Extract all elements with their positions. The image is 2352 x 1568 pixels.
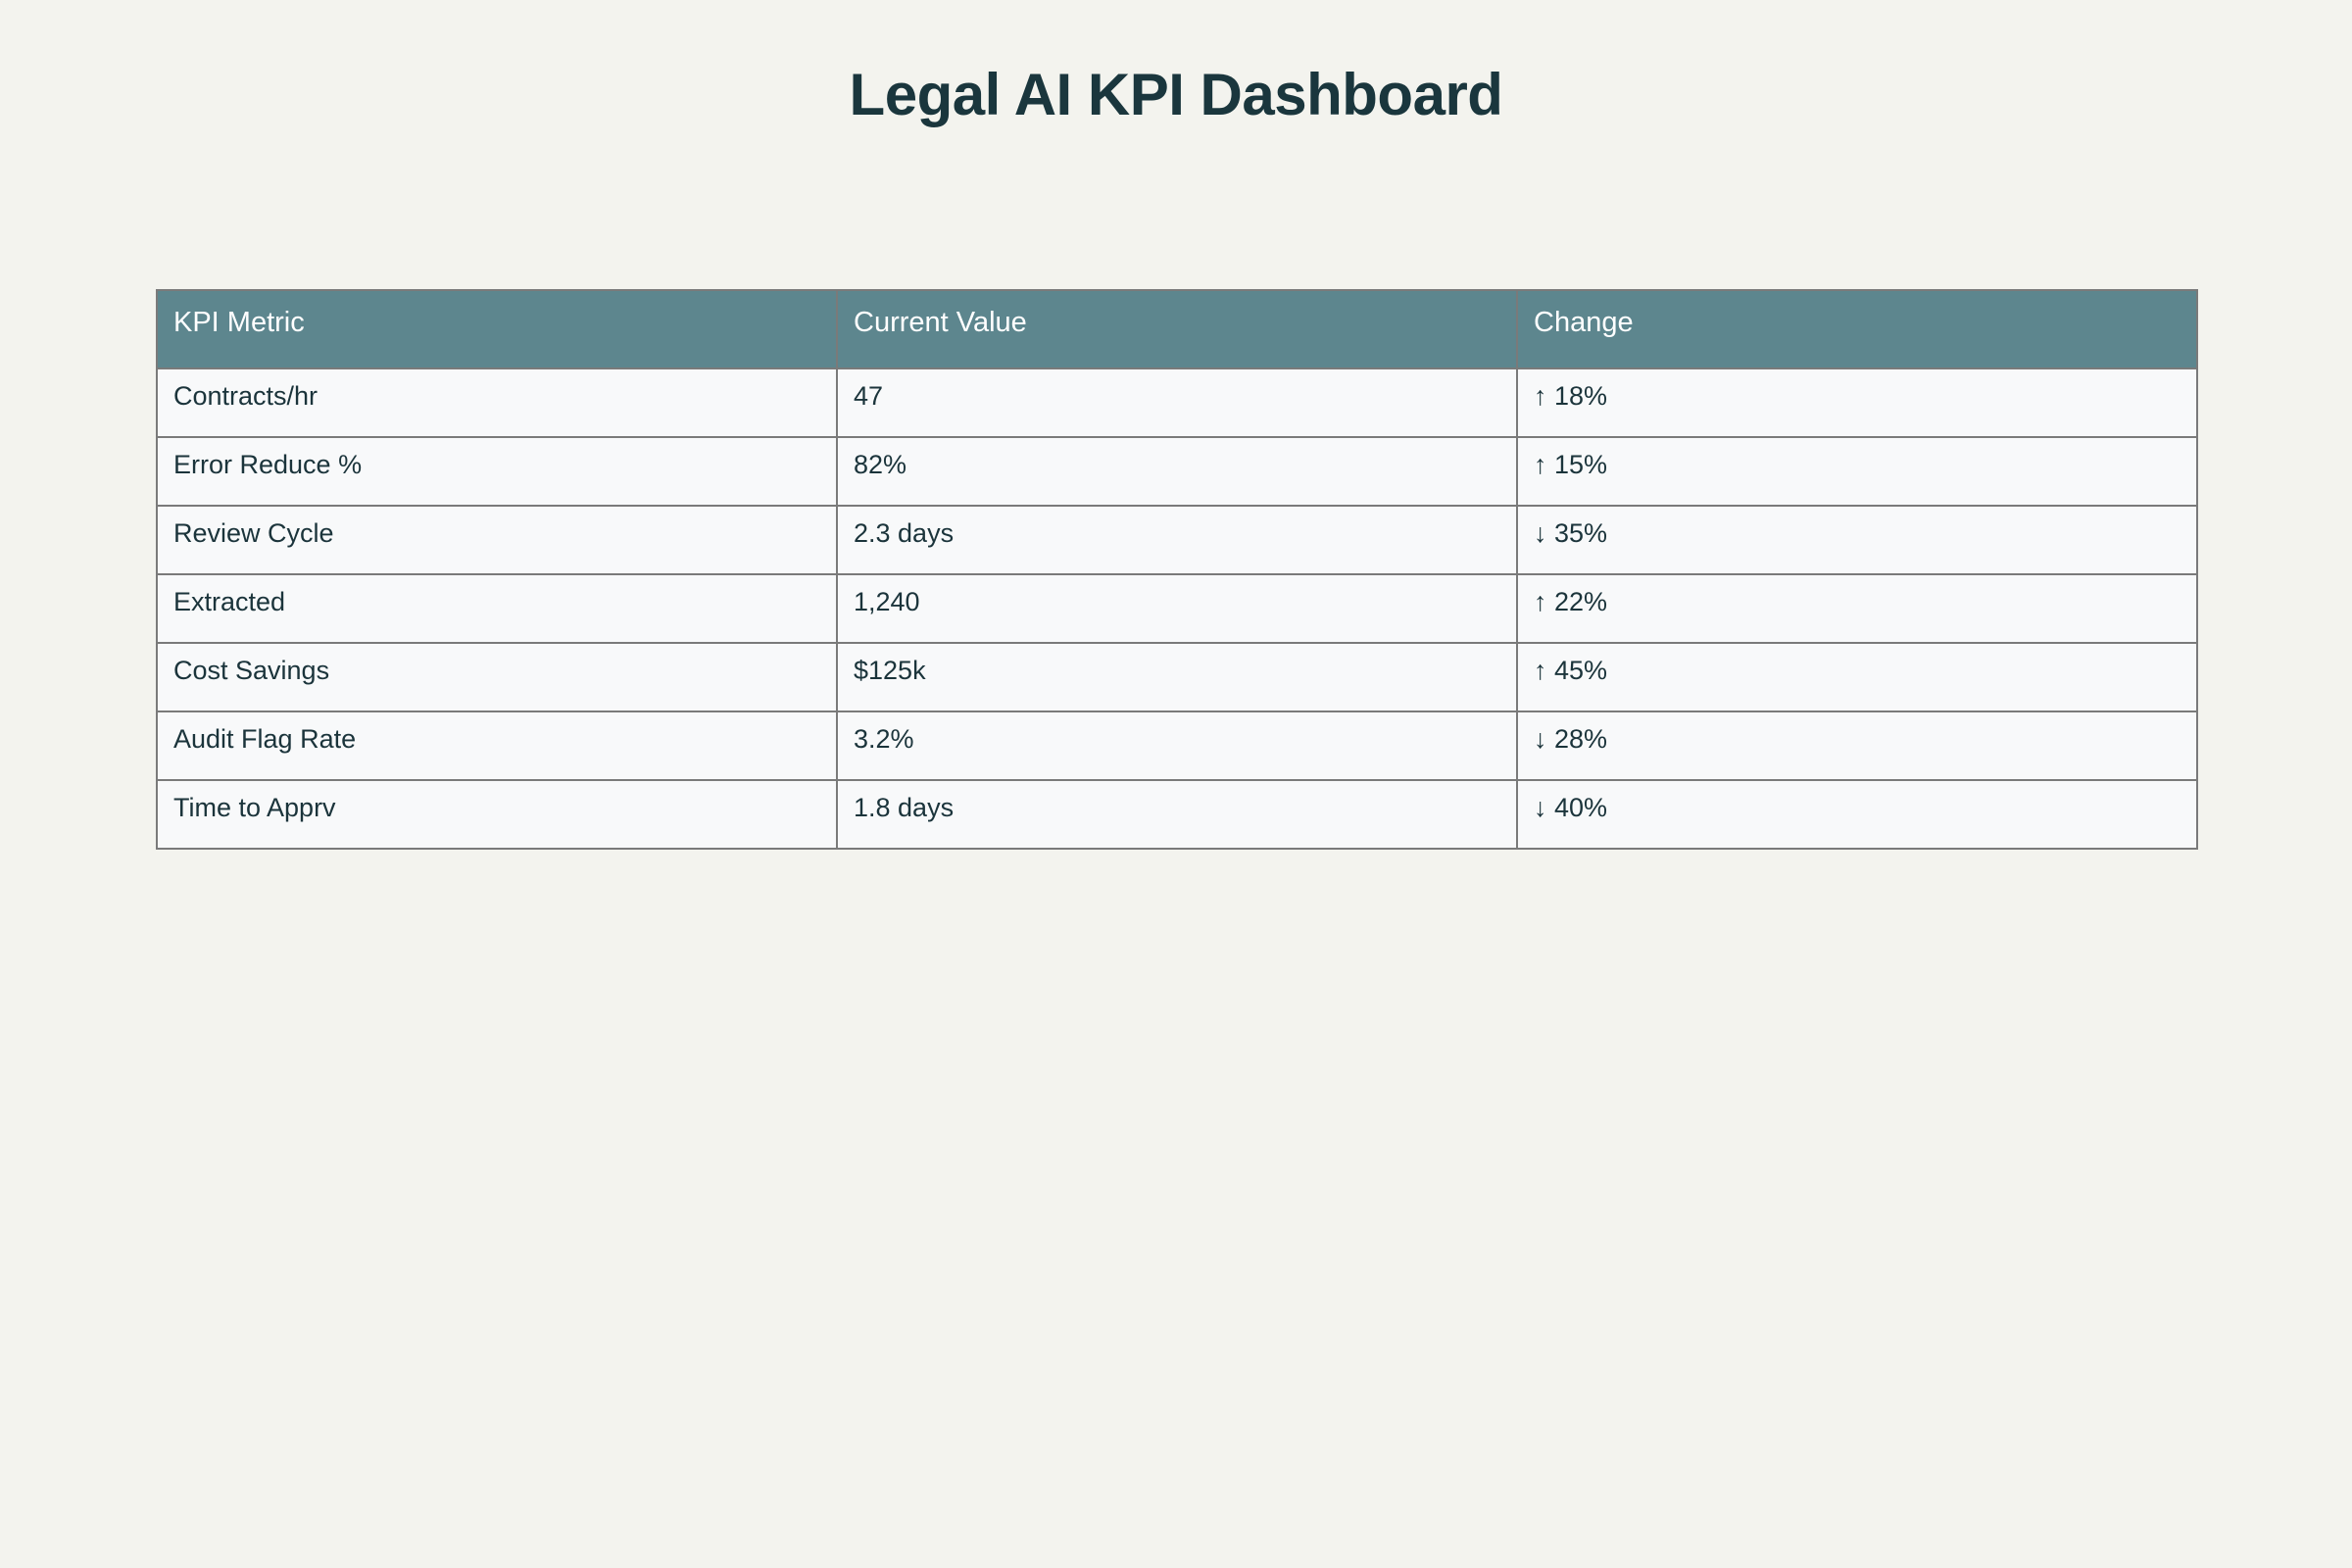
cell-value: 1,240 bbox=[836, 573, 1518, 644]
table-header: KPI Metric Current Value Change bbox=[156, 289, 2198, 369]
cell-change: ↑ 15% bbox=[1516, 436, 2198, 507]
page-title: Legal AI KPI Dashboard bbox=[849, 62, 1503, 127]
cell-value: 3.2% bbox=[836, 710, 1518, 781]
table-row: Time to Apprv 1.8 days ↓ 40% bbox=[156, 779, 2198, 850]
cell-value: 1.8 days bbox=[836, 779, 1518, 850]
cell-change: ↓ 40% bbox=[1516, 779, 2198, 850]
cell-metric: Audit Flag Rate bbox=[156, 710, 838, 781]
cell-value: 2.3 days bbox=[836, 505, 1518, 575]
cell-metric: Cost Savings bbox=[156, 642, 838, 712]
cell-value: 47 bbox=[836, 368, 1518, 438]
cell-change: ↑ 18% bbox=[1516, 368, 2198, 438]
table-body: Contracts/hr 47 ↑ 18% Error Reduce % 82%… bbox=[156, 368, 2198, 850]
cell-change: ↑ 22% bbox=[1516, 573, 2198, 644]
cell-change: ↓ 35% bbox=[1516, 505, 2198, 575]
cell-change: ↓ 28% bbox=[1516, 710, 2198, 781]
header-row: KPI Metric Current Value Change bbox=[156, 289, 2198, 369]
table-row: Extracted 1,240 ↑ 22% bbox=[156, 573, 2198, 644]
cell-metric: Error Reduce % bbox=[156, 436, 838, 507]
table-row: Review Cycle 2.3 days ↓ 35% bbox=[156, 505, 2198, 575]
kpi-table: KPI Metric Current Value Change Contract… bbox=[156, 289, 2198, 850]
table-row: Contracts/hr 47 ↑ 18% bbox=[156, 368, 2198, 438]
cell-metric: Extracted bbox=[156, 573, 838, 644]
cell-metric: Contracts/hr bbox=[156, 368, 838, 438]
cell-value: 82% bbox=[836, 436, 1518, 507]
cell-change: ↑ 45% bbox=[1516, 642, 2198, 712]
cell-metric: Review Cycle bbox=[156, 505, 838, 575]
header-kpi-metric: KPI Metric bbox=[156, 289, 838, 369]
table-row: Error Reduce % 82% ↑ 15% bbox=[156, 436, 2198, 507]
table-row: Cost Savings $125k ↑ 45% bbox=[156, 642, 2198, 712]
cell-value: $125k bbox=[836, 642, 1518, 712]
table-row: Audit Flag Rate 3.2% ↓ 28% bbox=[156, 710, 2198, 781]
cell-metric: Time to Apprv bbox=[156, 779, 838, 850]
header-current-value: Current Value bbox=[836, 289, 1518, 369]
header-change: Change bbox=[1516, 289, 2198, 369]
